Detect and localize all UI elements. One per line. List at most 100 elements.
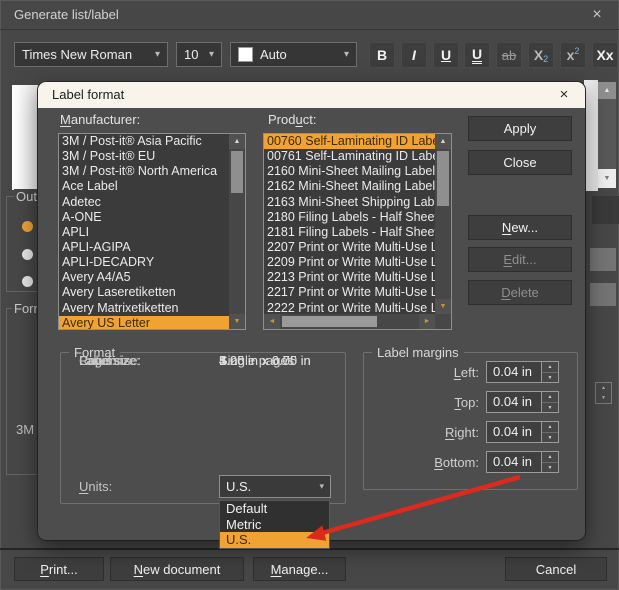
manufacturer-list-item[interactable]: 3M / Post-it® Asia Pacific [59, 134, 229, 149]
new-button[interactable]: New... [468, 215, 572, 240]
scroll-down-icon[interactable]: ▼ [598, 169, 616, 188]
subscript-button[interactable]: X2 [528, 42, 554, 68]
italic-button[interactable]: I [401, 42, 427, 68]
radio-button[interactable] [22, 249, 33, 260]
scroll-up-icon[interactable]: ▲ [229, 134, 245, 149]
scroll-down-icon[interactable]: ▼ [229, 314, 245, 329]
manufacturer-list-item[interactable]: A-ONE [59, 210, 229, 225]
product-list-item[interactable]: 2207 Print or Write Multi-Use Lab [264, 240, 435, 255]
format-info-row: Paper: Single pages [61, 353, 345, 373]
manage-button[interactable]: Manage... [253, 557, 346, 581]
manufacturer-list-item[interactable]: Avery US Letter [59, 316, 229, 329]
product-scrollbar[interactable]: ▲ ▼ [435, 134, 451, 314]
manufacturer-list-item[interactable]: Ace Label [59, 179, 229, 194]
font-family-select[interactable]: Times New Roman ▾ [14, 42, 168, 67]
chevron-down-icon: ▾ [203, 49, 214, 60]
margin-input[interactable]: 0.04 in [486, 421, 542, 443]
manufacturer-list-item[interactable]: Avery Matrixetiketten [59, 301, 229, 316]
scroll-down-icon[interactable]: ▼ [435, 299, 451, 314]
spin-up-icon[interactable]: ▲ [542, 422, 558, 433]
font-family-value: Times New Roman [22, 47, 132, 62]
edit-button[interactable]: Edit... [468, 247, 572, 272]
underline-button[interactable]: U [433, 42, 459, 68]
scroll-up-icon[interactable]: ▲ [598, 82, 616, 99]
units-dropdown-option[interactable]: Metric [220, 517, 329, 533]
manufacturer-label: Manufacturer: [60, 112, 140, 127]
spin-up-icon[interactable]: ▲ [542, 392, 558, 403]
product-list-item[interactable]: 2160 Mini-Sheet Mailing Labels - [264, 164, 435, 179]
delete-button[interactable]: Delete [468, 280, 572, 305]
manufacturer-scrollbar[interactable]: ▲ ▼ [229, 134, 245, 329]
font-color-select[interactable]: Auto ▾ [230, 42, 357, 67]
superscript-button[interactable]: x2 [560, 42, 586, 68]
manufacturer-list-item[interactable]: Avery Laseretiketten [59, 285, 229, 300]
scrollbar-thumb[interactable] [231, 151, 243, 193]
background-partial-text: 3M [16, 422, 34, 437]
label-format-dialog: Label format × Manufacturer: Product: 3M… [38, 82, 585, 540]
product-listbox[interactable]: 00760 Self-Laminating ID Labels00761 Sel… [263, 133, 452, 330]
radio-button-selected[interactable] [22, 221, 33, 232]
manufacturer-list-item[interactable]: APLI-DECADRY [59, 255, 229, 270]
generate-list-label-window: Generate list/label × Times New Roman ▾ … [0, 0, 619, 590]
manufacturer-list-item[interactable]: APLI-AGIPA [59, 240, 229, 255]
spin-down-icon[interactable]: ▼ [542, 433, 558, 443]
spin-down-icon[interactable]: ▼ [542, 403, 558, 413]
margin-stepper[interactable]: ▲ ▼ [542, 391, 559, 413]
product-list-item[interactable]: 2162 Mini-Sheet Mailing Labels - [264, 179, 435, 194]
cancel-button[interactable]: Cancel [505, 557, 607, 581]
strikethrough-button[interactable]: ab [496, 42, 522, 68]
units-select[interactable]: U.S. ▾ [219, 475, 331, 498]
product-list-item[interactable]: 2217 Print or Write Multi-Use Lab [264, 285, 435, 300]
format-groupbox: Format Page size: 4.00 in x 6.00 in Labe… [60, 352, 346, 504]
scroll-right-icon[interactable]: ► [419, 314, 435, 329]
dialog-close-icon[interactable]: × [553, 82, 575, 108]
scrollbar-track[interactable] [598, 99, 616, 169]
spin-down-icon[interactable]: ▼ [542, 373, 558, 383]
radio-button[interactable] [22, 276, 33, 287]
background-stepper-fragment: ▲▼ [595, 382, 612, 404]
double-underline-button[interactable]: U [464, 42, 490, 68]
product-list-item[interactable]: 00760 Self-Laminating ID Labels [264, 134, 435, 149]
margin-stepper[interactable]: ▲ ▼ [542, 451, 559, 473]
scroll-left-icon[interactable]: ◄ [264, 314, 280, 329]
units-dropdown-option[interactable]: U.S. [220, 532, 329, 548]
manufacturer-list-item[interactable]: APLI [59, 225, 229, 240]
apply-button[interactable]: Apply [468, 116, 572, 141]
margin-stepper[interactable]: ▲ ▼ [542, 361, 559, 383]
spin-up-icon[interactable]: ▲ [542, 362, 558, 373]
window-close-icon[interactable]: × [585, 0, 609, 30]
font-size-select[interactable]: 10 ▾ [176, 42, 222, 67]
product-list-item[interactable]: 2209 Print or Write Multi-Use Lab [264, 255, 435, 270]
scrollbar-thumb[interactable] [282, 316, 377, 327]
bold-button[interactable]: B [369, 42, 395, 68]
close-button[interactable]: Close [468, 150, 572, 175]
color-swatch-icon [238, 47, 253, 62]
spin-down-icon[interactable]: ▼ [542, 463, 558, 473]
product-horizontal-scrollbar[interactable]: ◄ ► [264, 314, 451, 329]
print-button[interactable]: Print... [14, 557, 104, 581]
product-list-item[interactable]: 00761 Self-Laminating ID Labels [264, 149, 435, 164]
margin-row: Top: 0.04 in ▲ ▼ [364, 387, 577, 417]
manufacturer-listbox[interactable]: 3M / Post-it® Asia Pacific3M / Post-it® … [58, 133, 246, 330]
margin-input[interactable]: 0.04 in [486, 451, 542, 473]
new-document-button[interactable]: New document [110, 557, 244, 581]
product-list-item[interactable]: 2222 Print or Write Multi-Use Lab [264, 301, 435, 314]
product-list-item[interactable]: 2181 Filing Labels - Half Sheet [264, 225, 435, 240]
margin-input[interactable]: 0.04 in [486, 361, 542, 383]
spin-up-icon[interactable]: ▲ [542, 452, 558, 463]
manufacturer-list-item[interactable]: 3M / Post-it® EU [59, 149, 229, 164]
units-dropdown-option[interactable]: Default [220, 501, 329, 517]
margin-input[interactable]: 0.04 in [486, 391, 542, 413]
margin-stepper[interactable]: ▲ ▼ [542, 421, 559, 443]
product-list-item[interactable]: 2180 Filing Labels - Half Sheet [264, 210, 435, 225]
window-titlebar: Generate list/label × [0, 0, 619, 30]
manufacturer-list-item[interactable]: 3M / Post-it® North America [59, 164, 229, 179]
chevron-down-icon: ▾ [319, 481, 324, 492]
scrollbar-thumb[interactable] [437, 151, 449, 206]
manufacturer-list-item[interactable]: Adetec [59, 195, 229, 210]
product-list-item[interactable]: 2163 Mini-Sheet Shipping Labels [264, 195, 435, 210]
manufacturer-list-item[interactable]: Avery A4/A5 [59, 270, 229, 285]
scroll-up-icon[interactable]: ▲ [435, 134, 451, 149]
change-case-button[interactable]: Xx [592, 42, 618, 68]
product-list-item[interactable]: 2213 Print or Write Multi-Use Lab [264, 270, 435, 285]
